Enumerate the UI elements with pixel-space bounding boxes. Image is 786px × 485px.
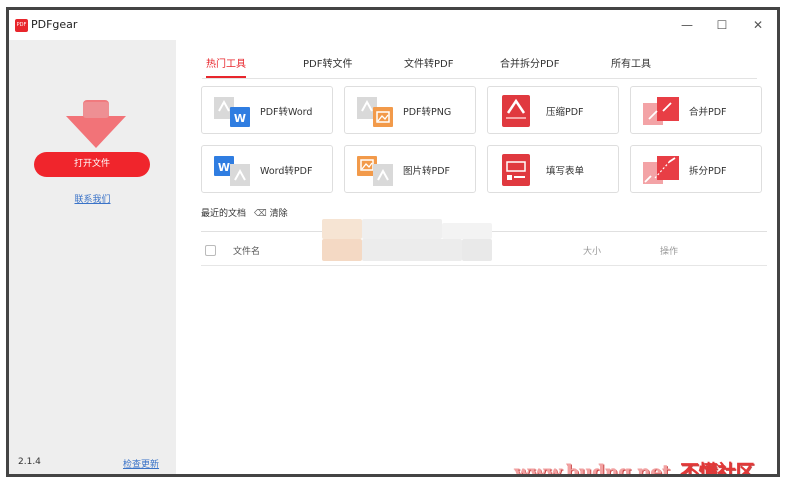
compress-pdf-icon xyxy=(502,95,530,127)
column-size: 大小 xyxy=(583,247,602,257)
watermark: www.budng.net 不懂社区 xyxy=(514,457,755,477)
pdf-to-word-icon: W xyxy=(214,97,250,127)
image-to-pdf-card[interactable]: 图片转PDF xyxy=(344,145,476,193)
maximize-button[interactable]: ☐ xyxy=(712,15,732,35)
merge-pdf-icon xyxy=(643,97,679,125)
tab-file-to-pdf[interactable]: 文件转PDF xyxy=(404,55,453,70)
merge-pdf-card[interactable]: 合并PDF xyxy=(630,86,762,134)
title-bar: PDF PDFgear — ☐ ✕ xyxy=(9,10,777,40)
pdf-to-png-icon xyxy=(357,97,393,127)
recent-documents-title: 最近的文档 xyxy=(201,209,247,219)
app-window: PDF PDFgear — ☐ ✕ 打开文件 联系我们 2.1.4 检查更新 热… xyxy=(6,7,780,477)
tool-label: 图片转PDF xyxy=(403,166,451,177)
select-all-checkbox[interactable] xyxy=(205,245,216,256)
tab-merge-split[interactable]: 合并拆分PDF xyxy=(500,55,559,70)
clear-recent-button[interactable]: ⌫ 清除 xyxy=(254,206,288,219)
version-label: 2.1.4 xyxy=(18,457,41,467)
watermark-url: www.budng.net xyxy=(514,461,671,477)
clear-label: 清除 xyxy=(269,209,288,219)
download-arrow-icon xyxy=(66,100,126,148)
tool-label: 合并PDF xyxy=(689,107,727,118)
pdf-to-word-card[interactable]: W PDF转Word xyxy=(201,86,333,134)
tool-label: 拆分PDF xyxy=(689,166,727,177)
pdfgear-logo-icon: PDF xyxy=(15,19,28,32)
image-to-pdf-icon xyxy=(357,156,393,186)
tool-tabs: 热门工具 PDF转文件 文件转PDF 合并拆分PDF 所有工具 xyxy=(202,53,757,79)
tool-label: Word转PDF xyxy=(260,166,313,177)
close-button[interactable]: ✕ xyxy=(748,15,768,35)
check-update-link[interactable]: 检查更新 xyxy=(123,457,159,470)
tool-label: PDF转Word xyxy=(260,107,313,118)
open-file-button[interactable]: 打开文件 xyxy=(34,152,150,177)
tool-label: PDF转PNG xyxy=(403,107,452,118)
eraser-icon: ⌫ xyxy=(254,209,267,219)
tab-all-tools[interactable]: 所有工具 xyxy=(611,55,651,70)
fill-form-icon xyxy=(502,154,530,186)
tool-label: 压缩PDF xyxy=(546,107,584,118)
word-to-pdf-card[interactable]: W Word转PDF xyxy=(201,145,333,193)
pdf-to-png-card[interactable]: PDF转PNG xyxy=(344,86,476,134)
tool-label: 填写表单 xyxy=(546,166,585,177)
sidebar: 打开文件 联系我们 2.1.4 检查更新 xyxy=(9,40,176,474)
fill-form-card[interactable]: 填写表单 xyxy=(487,145,619,193)
word-to-pdf-icon: W xyxy=(214,156,250,186)
watermark-cn: 不懂社区 xyxy=(680,461,755,477)
svg-text:W: W xyxy=(218,161,230,174)
contact-us-link[interactable]: 联系我们 xyxy=(9,192,176,205)
minimize-button[interactable]: — xyxy=(677,15,697,35)
svg-text:W: W xyxy=(234,112,246,125)
window-title: PDFgear xyxy=(31,18,78,31)
split-pdf-icon xyxy=(643,156,679,184)
column-filename: 文件名 xyxy=(233,247,261,257)
column-action: 操作 xyxy=(660,247,679,257)
tab-hot-tools[interactable]: 热门工具 xyxy=(206,55,246,78)
split-pdf-card[interactable]: 拆分PDF xyxy=(630,145,762,193)
tab-pdf-to-file[interactable]: PDF转文件 xyxy=(303,55,352,70)
compress-pdf-card[interactable]: 压缩PDF xyxy=(487,86,619,134)
